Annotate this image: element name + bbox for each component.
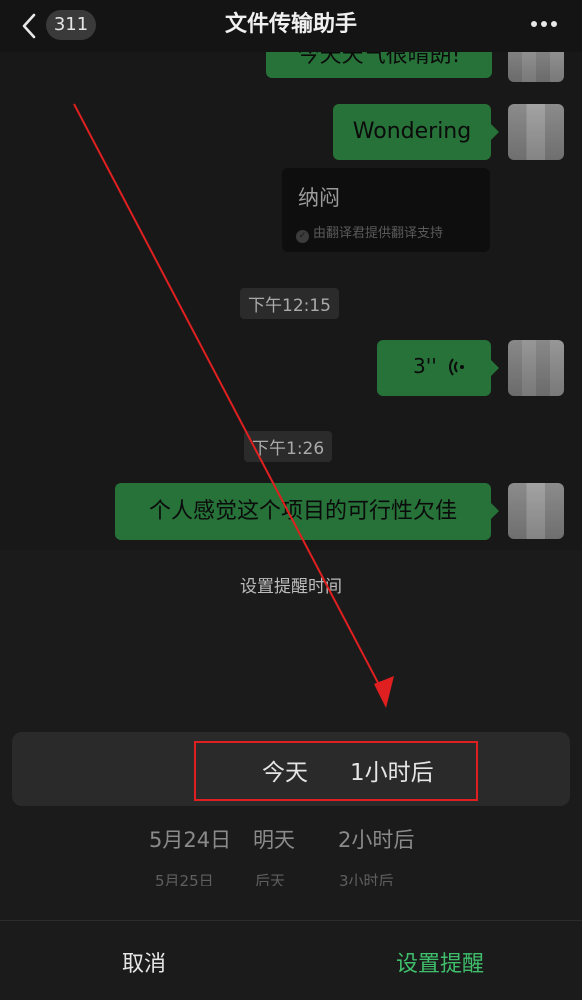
picker-hour-option[interactable]: 3小时后 xyxy=(339,870,394,886)
picker-day-option[interactable]: 后天 xyxy=(255,870,285,886)
more-dots-icon[interactable] xyxy=(530,20,558,28)
translation-text: 纳闷 xyxy=(298,186,340,210)
message-bubble-partial[interactable]: 今天天气很晴朗! xyxy=(266,52,492,78)
timestamp: 下午1:26 xyxy=(244,431,333,462)
message-text: 个人感觉这个项目的可行性欠佳 xyxy=(148,499,457,524)
avatar[interactable] xyxy=(508,104,564,160)
check-icon: ✓ xyxy=(296,230,309,243)
sheet-title: 设置提醒时间 xyxy=(240,577,342,597)
message-text: Wondering xyxy=(352,119,472,144)
divider xyxy=(0,920,582,921)
picker-date-option[interactable]: 5月24日 xyxy=(149,824,231,854)
avatar[interactable] xyxy=(508,340,564,396)
top-nav-bar: 311 文件传输助手 xyxy=(0,0,582,52)
annotation-highlight-box xyxy=(194,741,478,801)
message-bubble-wondering[interactable]: Wondering xyxy=(333,104,499,160)
avatar[interactable] xyxy=(508,52,564,82)
chat-area[interactable]: 今天天气很晴朗! Wondering 纳闷 ✓ 由翻译君提供翻译支持 下午12:1… xyxy=(0,52,582,550)
picker-day-option[interactable]: 明天 xyxy=(253,824,295,854)
avatar[interactable] xyxy=(508,483,564,539)
translation-note-text: 由翻译君提供翻译支持 xyxy=(313,226,444,241)
translation-note: ✓ 由翻译君提供翻译支持 xyxy=(296,222,443,243)
voice-duration: 3'' xyxy=(413,354,437,378)
picker-date-option[interactable]: 5月25日 xyxy=(155,870,214,886)
cancel-button[interactable]: 取消 xyxy=(122,946,166,978)
chat-title: 文件传输助手 xyxy=(224,12,357,37)
voice-icon xyxy=(449,358,464,376)
message-bubble-cn[interactable]: 个人感觉这个项目的可行性欠佳 xyxy=(115,483,499,540)
translation-card[interactable]: 纳闷 ✓ 由翻译君提供翻译支持 xyxy=(282,168,490,252)
reminder-sheet: 设置提醒时间 今天 1小时后 5月24日 明天 2小时后 5月25日 后天 3小… xyxy=(0,550,582,1000)
timestamp: 下午12:15 xyxy=(240,288,339,319)
voice-message-bubble[interactable]: 3'' xyxy=(377,340,499,396)
picker-hour-option[interactable]: 2小时后 xyxy=(338,824,414,854)
message-text: 今天天气很晴朗! xyxy=(297,52,461,68)
set-reminder-button[interactable]: 设置提醒 xyxy=(396,946,484,978)
